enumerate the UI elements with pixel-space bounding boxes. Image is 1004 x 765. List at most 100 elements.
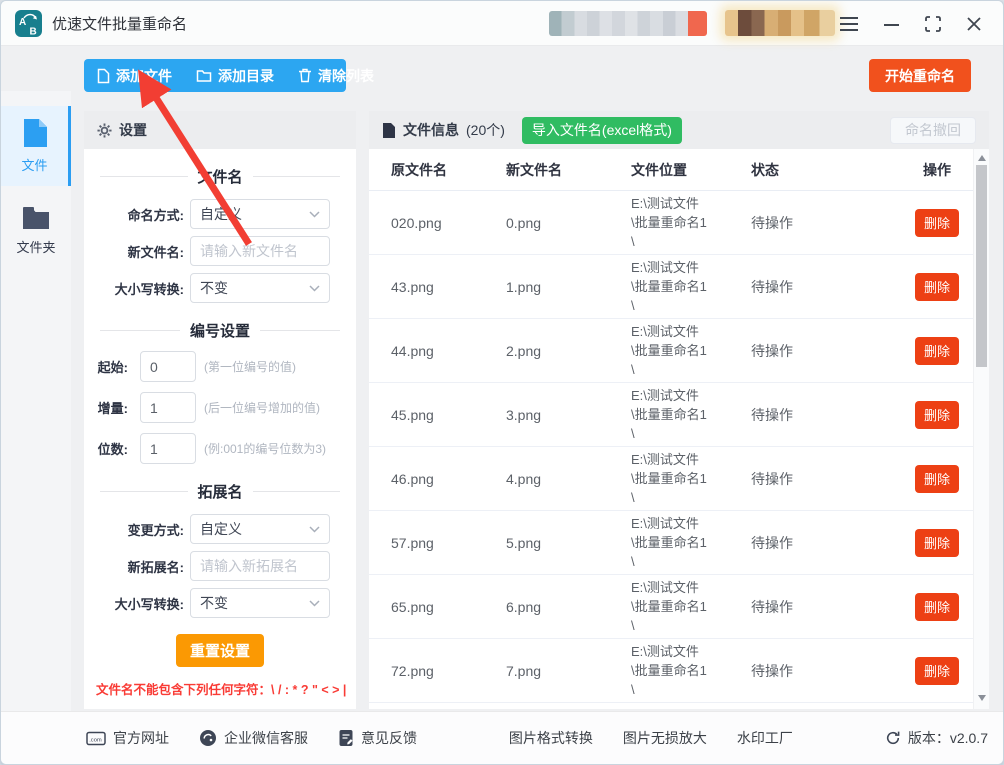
new-filename-label: 新文件名: [127, 244, 184, 260]
file-list-header: 文件信息 (20个) 导入文件名(excel格式) 命名撤回 [369, 111, 989, 149]
digits-hint: (例:001的编号位数为3) [204, 442, 327, 456]
add-file-button[interactable]: 添加文件 [97, 66, 172, 86]
increment-label: 增量: [97, 401, 128, 416]
rename-undo-button[interactable]: 命名撤回 [890, 116, 976, 144]
sidebar: 文件 文件夹 [1, 91, 71, 711]
delete-button[interactable]: 删除 [915, 592, 959, 621]
footer: .com 官方网址 企业微信客服 意见反馈 图片格式转换 图片无损放大 水印工厂… [1, 711, 1003, 764]
cell-original: 65.png [391, 598, 434, 615]
col-action: 操作 [923, 161, 951, 178]
cell-new: 7.png [506, 662, 542, 679]
delete-button[interactable]: 删除 [915, 656, 959, 685]
ext-case-convert-label: 大小写转换: [114, 596, 184, 612]
sidebar-item-file[interactable]: 文件 [1, 106, 71, 186]
cell-status: 待操作 [751, 534, 793, 551]
settings-header: 设置 [84, 111, 356, 149]
titlebar: A B 优速文件批量重命名 [1, 1, 1003, 46]
numbering-section-title: 编号设置 [100, 320, 341, 341]
import-excel-button[interactable]: 导入文件名(excel格式) [521, 116, 682, 144]
redacted-info-2 [725, 10, 835, 36]
cell-status: 待操作 [751, 278, 793, 295]
chevron-down-icon [309, 599, 320, 607]
reset-settings-button[interactable]: 重置设置 [176, 634, 264, 667]
add-folder-button[interactable]: 添加目录 [196, 66, 274, 86]
sidebar-item-folder[interactable]: 文件夹 [1, 196, 71, 266]
cell-new: 0.png [506, 214, 542, 231]
col-location: 文件位置 [631, 161, 687, 178]
scroll-up-icon[interactable] [978, 155, 986, 161]
digits-input[interactable] [140, 433, 196, 464]
settings-title: 设置 [119, 122, 147, 138]
file-info-icon [383, 122, 395, 138]
cell-location: E:\测试文件 \批量重命名1 \ [631, 580, 707, 633]
cell-location: E:\测试文件 \批量重命名1 \ [631, 196, 707, 249]
col-new: 新文件名 [506, 161, 562, 178]
delete-button[interactable]: 删除 [915, 208, 959, 237]
table-row: 44.png 2.png E:\测试文件 \批量重命名1 \ 待操作 删除 [369, 319, 973, 383]
ext-change-method-select[interactable]: 自定义 [190, 514, 330, 544]
filename-section-title: 文件名 [100, 166, 341, 187]
svg-text:.com: .com [89, 737, 102, 743]
maximize-icon[interactable] [925, 15, 941, 32]
cell-new: 1.png [506, 278, 542, 295]
start-number-input[interactable] [140, 351, 196, 382]
file-actions-toolbar: 添加文件 添加目录 清除列表 [84, 59, 374, 92]
window-controls [840, 1, 981, 46]
cell-location: E:\测试文件 \批量重命名1 \ [631, 644, 707, 697]
refresh-icon[interactable] [885, 730, 901, 746]
delete-button[interactable]: 删除 [915, 464, 959, 493]
delete-button[interactable]: 删除 [915, 336, 959, 365]
scrollbar-thumb[interactable] [976, 165, 987, 367]
increment-hint: (后一位编号增加的值) [204, 401, 320, 415]
chevron-down-icon [309, 525, 320, 533]
cell-location: E:\测试文件 \批量重命名1 \ [631, 388, 707, 441]
file-icon [97, 68, 110, 83]
cell-new: 4.png [506, 470, 542, 487]
cell-original: 46.png [391, 470, 434, 487]
wechat-support-link[interactable]: 企业微信客服 [199, 728, 308, 748]
redacted-info-1 [549, 11, 707, 36]
case-convert-select[interactable]: 不变 [190, 273, 330, 303]
clear-list-button[interactable]: 清除列表 [298, 66, 374, 86]
col-original: 原文件名 [391, 161, 447, 178]
table-header-row: 原文件名 新文件名 文件位置 状态 操作 [369, 149, 973, 191]
cell-original: 57.png [391, 534, 434, 551]
table-row: 020.png 0.png E:\测试文件 \批量重命名1 \ 待操作 删除 [369, 191, 973, 255]
cell-new: 5.png [506, 534, 542, 551]
new-filename-input[interactable] [190, 236, 330, 266]
scroll-down-icon[interactable] [978, 695, 986, 701]
minimize-icon[interactable] [884, 17, 899, 31]
image-format-convert-link[interactable]: 图片格式转换 [509, 728, 593, 748]
delete-button[interactable]: 删除 [915, 400, 959, 429]
gear-icon [97, 122, 112, 138]
watermark-factory-link[interactable]: 水印工厂 [737, 728, 793, 748]
start-number-label: 起始: [97, 360, 128, 375]
start-rename-button[interactable]: 开始重命名 [869, 59, 971, 92]
naming-method-select[interactable]: 自定义 [190, 199, 330, 229]
new-extension-label: 新拓展名: [127, 559, 184, 575]
new-extension-input[interactable] [190, 551, 330, 581]
cell-location: E:\测试文件 \批量重命名1 \ [631, 324, 707, 377]
delete-button[interactable]: 删除 [915, 528, 959, 557]
feedback-link[interactable]: 意见反馈 [338, 728, 417, 748]
table-row: 65.png 6.png E:\测试文件 \批量重命名1 \ 待操作 删除 [369, 575, 973, 639]
cell-status: 待操作 [751, 470, 793, 487]
file-count: (20个) [466, 122, 505, 138]
cell-original: 44.png [391, 342, 434, 359]
cell-location: E:\测试文件 \批量重命名1 \ [631, 452, 707, 505]
folder-icon [196, 69, 212, 82]
image-lossless-enlarge-link[interactable]: 图片无损放大 [623, 728, 707, 748]
official-website-link[interactable]: .com 官方网址 [86, 728, 169, 748]
cell-original: 72.png [391, 662, 434, 679]
vertical-scrollbar[interactable] [973, 149, 989, 709]
delete-button[interactable]: 删除 [915, 272, 959, 301]
svg-text:B: B [30, 26, 37, 37]
menu-icon[interactable] [840, 16, 858, 31]
file-info-title: 文件信息 [403, 122, 459, 138]
ext-case-convert-select[interactable]: 不变 [190, 588, 330, 618]
chat-support-icon [200, 730, 216, 746]
increment-input[interactable] [140, 392, 196, 423]
close-icon[interactable] [967, 16, 981, 31]
cell-new: 3.png [506, 406, 542, 423]
cell-original: 43.png [391, 278, 434, 295]
